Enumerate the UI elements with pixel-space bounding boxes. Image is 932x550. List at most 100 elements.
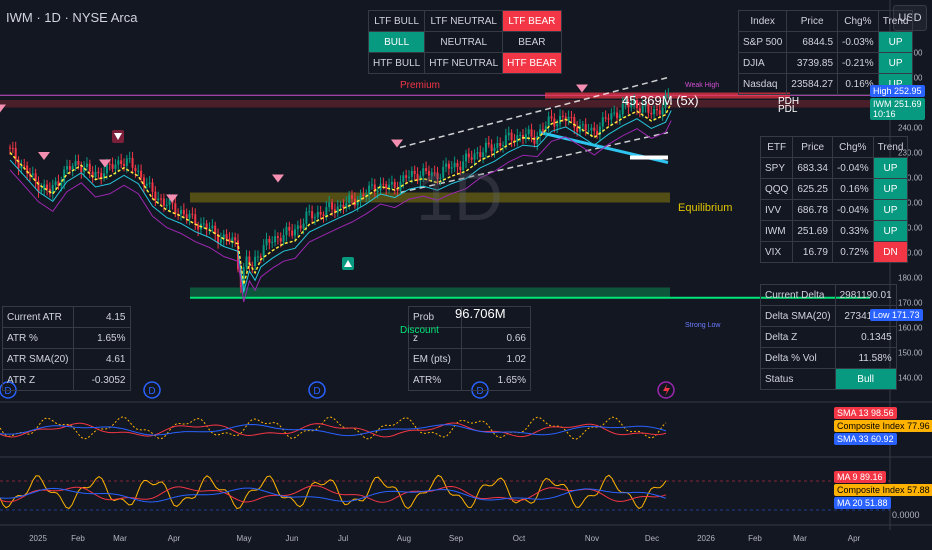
candle-body [120, 160, 123, 165]
candle-body [85, 163, 88, 168]
index-cell: -0.03% [837, 31, 879, 53]
etf-cell: 0.72% [831, 241, 874, 263]
candle-body [77, 160, 80, 166]
candle-body [385, 184, 388, 189]
candle-body [134, 167, 137, 172]
candle-body [142, 177, 145, 186]
candle-body [274, 236, 277, 243]
candle-body [596, 131, 599, 135]
candle-body [265, 239, 268, 246]
candle-body [259, 256, 262, 258]
etf-row: QQQ 625.25 0.16% UP [759, 178, 909, 200]
candle-body [157, 198, 160, 201]
etf-header-cell: Price [792, 136, 833, 158]
atr-label: Current ATR [2, 306, 74, 328]
y-tick-label: 160.00 [898, 324, 923, 333]
candle-body [390, 181, 393, 185]
candle-body [71, 166, 74, 170]
candle-body [331, 202, 334, 210]
index-cell: Nasdaq [737, 73, 788, 95]
candle-body [530, 129, 533, 137]
candle-body [316, 212, 319, 218]
candle-body [285, 226, 288, 236]
etf-cell: UP [872, 220, 909, 242]
index-cell: 3739.85 [786, 52, 839, 74]
x-tick-label: Oct [513, 534, 526, 543]
candle-body [467, 153, 470, 158]
candle-body [31, 173, 34, 176]
candle-body [533, 136, 536, 144]
atr-row: Current ATR 4.15 [2, 306, 131, 328]
candle-body [339, 204, 342, 207]
candle-body [382, 183, 385, 185]
candle-body [154, 191, 157, 201]
etf-header-cell: ETF [759, 136, 794, 158]
candle-body [661, 107, 664, 115]
index-table: Index Price Chg% Trend S&P 500 6844.5 -0.03% UP… [737, 10, 914, 95]
candle-body [268, 239, 271, 243]
delta-label: Delta % Vol [760, 347, 836, 369]
candle-body [88, 163, 91, 172]
bias-row: BULL NEUTRAL BEAR [367, 31, 562, 53]
etf-header-cell: Trend [872, 136, 909, 158]
ma9-tag: MA 9 89.16 [834, 471, 886, 483]
etf-row: VIX 16.79 0.72% DN [759, 241, 909, 263]
candle-body [151, 182, 154, 192]
candle-body [234, 237, 237, 241]
candle-body [188, 213, 191, 219]
etf-table: ETF Price Chg% Trend SPY 683.34 -0.04% UP QQQ 625… [759, 136, 909, 263]
candle-body [114, 164, 117, 169]
candle-body [305, 211, 308, 224]
delta-value: 2981190.01 [834, 284, 897, 306]
candle-body [131, 158, 134, 168]
candle-body [519, 135, 522, 137]
ma20-tag: MA 20 51.88 [834, 497, 891, 509]
candle-body [527, 129, 530, 135]
bear-signal-marker [391, 139, 403, 148]
index-header-cell: Price [786, 10, 839, 32]
x-tick-label: May [236, 534, 251, 543]
etf-cell: 16.79 [792, 241, 833, 263]
y-tick-label: 180.00 [898, 274, 923, 283]
x-tick-label: Nov [585, 534, 599, 543]
iwm-price-tag: IWM 251.69 10:16 [870, 98, 925, 120]
candle-body [593, 127, 596, 132]
candle-body [97, 171, 100, 173]
sma33-tag: SMA 33 60.92 [834, 433, 897, 445]
candle-body [231, 237, 234, 242]
candle-body [308, 211, 311, 213]
delta-value: Bull [834, 368, 897, 390]
index-header-row: Index Price Chg% Trend [737, 10, 914, 32]
candle-body [658, 110, 661, 115]
em-label: ATR% [408, 369, 462, 391]
candle-body [140, 170, 143, 178]
x-tick-label: Mar [793, 534, 807, 543]
atr-table: Current ATR 4.15 ATR % 1.65% ATR SMA(20) 4.61… [2, 306, 131, 391]
dividend-event-letter: D [313, 386, 320, 397]
candle-body [584, 124, 587, 131]
bias-cell: BULL [367, 31, 426, 53]
candle-body [655, 108, 658, 111]
atr-value: -0.3052 [72, 369, 131, 391]
candle-body [313, 217, 316, 219]
candle-body [559, 115, 562, 124]
candle-body [182, 210, 185, 215]
candle-body [556, 123, 559, 127]
candle-body [9, 147, 11, 149]
y-tick-label: 150.00 [898, 349, 923, 358]
candle-body [601, 117, 604, 127]
delta-row: Current Delta 2981190.01 [760, 284, 897, 306]
discount-zone [190, 287, 670, 299]
candle-body [616, 112, 619, 119]
bias-cell: LTF BEAR [502, 10, 562, 32]
candle-body [288, 226, 291, 231]
bear-signal-marker [166, 194, 178, 203]
equilibrium-label: Equilibrium [678, 202, 733, 214]
index-cell: -0.21% [837, 52, 879, 74]
candle-body [650, 112, 653, 115]
candle-body [587, 130, 590, 132]
index-cell: 23584.27 [786, 73, 839, 95]
candle-body [487, 142, 490, 145]
candle-body [111, 164, 114, 169]
candle-body [185, 214, 188, 219]
